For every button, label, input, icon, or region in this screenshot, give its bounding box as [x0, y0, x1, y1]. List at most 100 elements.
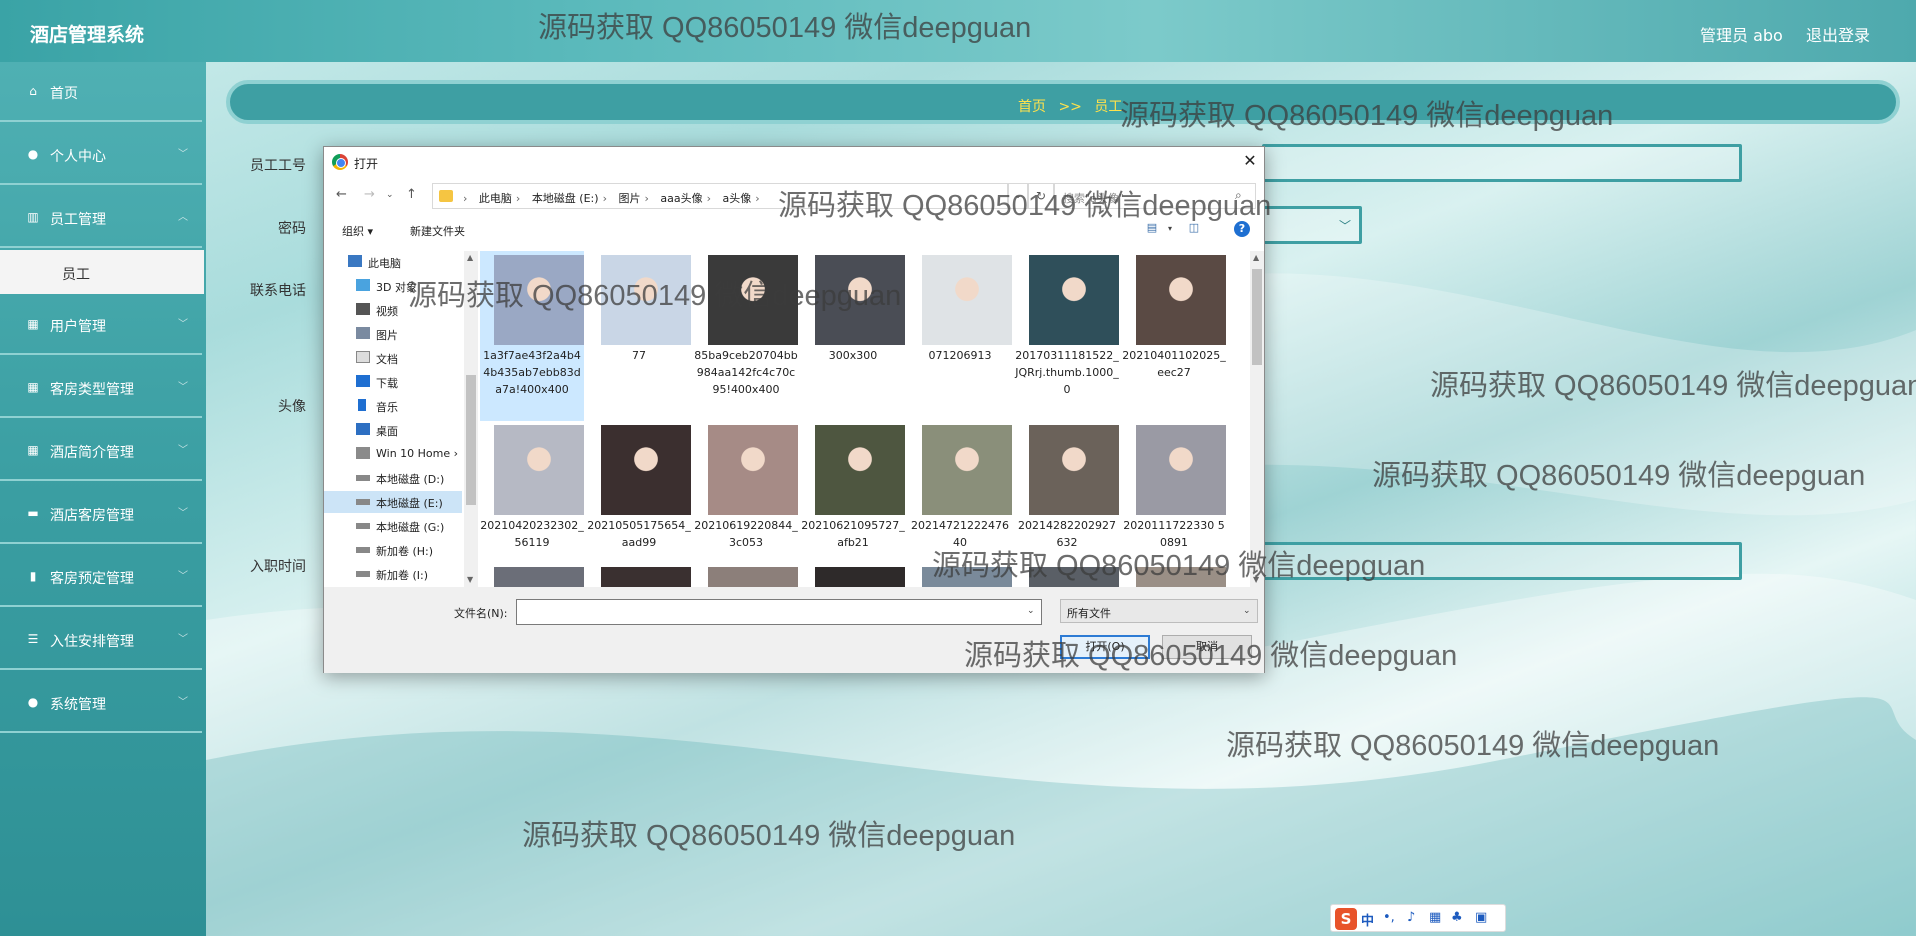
- sidebar-item-bookings[interactable]: ▮ 客房预定管理 ﹀: [0, 547, 202, 607]
- tree-item[interactable]: 本地磁盘 (D:): [324, 467, 462, 489]
- filetype-select[interactable]: 所有文件 ⌄: [1060, 599, 1258, 623]
- file-item[interactable]: 20170311181522_JQRrj.thumb.1000_0: [1015, 251, 1119, 421]
- hire-date-input[interactable]: [1262, 542, 1742, 580]
- breadcrumb-home[interactable]: 首页: [1018, 99, 1046, 115]
- files-scrollbar[interactable]: ▲ ▼: [1250, 251, 1264, 587]
- tree-item[interactable]: Win 10 Home ›: [324, 443, 462, 465]
- path-segment[interactable]: aaa头像: [660, 192, 702, 205]
- scroll-thumb[interactable]: [466, 375, 476, 505]
- scroll-up-icon[interactable]: ▲: [467, 253, 473, 262]
- tree-item-label: 本地磁盘 (G:): [376, 521, 445, 534]
- file-item[interactable]: 300x300: [801, 251, 905, 421]
- punctuation-icon[interactable]: •,: [1383, 910, 1395, 925]
- skin-icon[interactable]: ♣: [1451, 910, 1463, 925]
- tree-item[interactable]: 音乐: [324, 395, 462, 417]
- path-segment[interactable]: 本地磁盘 (E:): [532, 192, 599, 205]
- tree-item[interactable]: 桌面: [324, 419, 462, 441]
- help-icon[interactable]: ?: [1234, 221, 1250, 237]
- tree-scrollbar[interactable]: ▲ ▼: [464, 251, 478, 587]
- toolbox-icon[interactable]: ▣: [1475, 910, 1487, 925]
- filename-input[interactable]: ⌄: [516, 599, 1042, 625]
- file-item-partial[interactable]: [694, 563, 798, 587]
- back-arrow-icon[interactable]: ←: [336, 187, 347, 202]
- tree-item[interactable]: 本地磁盘 (G:): [324, 515, 462, 537]
- refresh-button[interactable]: ↻: [1028, 183, 1054, 209]
- scroll-down-icon[interactable]: ▼: [467, 575, 473, 584]
- staff-id-input[interactable]: [1262, 144, 1742, 182]
- tree-item[interactable]: 文档: [324, 347, 462, 369]
- app-title: 酒店管理系统: [30, 24, 145, 46]
- search-input[interactable]: 搜索"a头像" ⌕: [1054, 183, 1256, 209]
- file-item[interactable]: 1a3f7ae43f2a4b44b435ab7ebb83da7a!400x400: [480, 251, 584, 421]
- chevron-up-icon: ︿: [178, 212, 188, 223]
- breadcrumb-bar: 首页 >> 员工: [226, 80, 1900, 124]
- home-icon: ⌂: [29, 84, 37, 98]
- path-segment[interactable]: 图片: [618, 192, 640, 205]
- file-item[interactable]: 85ba9ceb20704bb984aa142fc4c70c95!400x400: [694, 251, 798, 421]
- scroll-thumb[interactable]: [1252, 269, 1262, 365]
- preview-pane-icon[interactable]: ◫: [1186, 221, 1202, 235]
- recent-chevron-icon[interactable]: ⌄: [386, 190, 394, 200]
- computer-icon: [348, 255, 362, 267]
- file-item-partial[interactable]: [587, 563, 691, 587]
- path-separator: ›: [602, 192, 607, 205]
- tree-item-label: 图片: [376, 329, 398, 342]
- sidebar-subitem-label: 员工: [62, 267, 90, 283]
- new-folder-button[interactable]: 新建文件夹: [410, 223, 465, 239]
- tree-item[interactable]: 图片: [324, 323, 462, 345]
- tree-item[interactable]: 新加卷 (I:): [324, 563, 462, 585]
- tree-item-label: 新加卷 (I:): [376, 569, 429, 582]
- file-item-partial[interactable]: [1015, 563, 1119, 587]
- scroll-up-icon[interactable]: ▲: [1253, 253, 1259, 262]
- file-item[interactable]: 20210401102025_eec27: [1122, 251, 1226, 421]
- sidebar-item-profile[interactable]: ● 个人中心 ﹀: [0, 125, 202, 185]
- file-thumbnail: [708, 255, 798, 345]
- drive-icon: [356, 571, 370, 577]
- microphone-icon[interactable]: ♪: [1407, 910, 1415, 925]
- address-dropdown-button[interactable]: ⌄: [1008, 183, 1028, 209]
- tree-item[interactable]: 此电脑: [324, 251, 462, 273]
- tree-item-selected[interactable]: 本地磁盘 (E:): [324, 491, 462, 513]
- logout-link[interactable]: 退出登录: [1806, 22, 1870, 46]
- ime-language[interactable]: 中: [1361, 910, 1374, 929]
- file-item-partial[interactable]: [1122, 563, 1226, 587]
- sidebar-subitem-staff[interactable]: 员工: [0, 250, 204, 294]
- view-mode-icon[interactable]: ▤: [1144, 221, 1160, 235]
- sidebar-item-users[interactable]: ▦ 用户管理 ﹀: [0, 295, 202, 355]
- tree-item[interactable]: 3D 对象: [324, 275, 462, 297]
- close-button[interactable]: ✕: [1240, 151, 1260, 171]
- file-item-partial[interactable]: [480, 563, 584, 587]
- tree-item[interactable]: 下载: [324, 371, 462, 393]
- sidebar-item-staff[interactable]: ▥ 员工管理 ︿: [0, 188, 202, 248]
- file-item-partial[interactable]: [801, 563, 905, 587]
- ime-toolbar[interactable]: S 中 •, ♪ ▦ ♣ ▣: [1330, 904, 1506, 932]
- organize-button[interactable]: 组织 ▾: [342, 223, 373, 239]
- file-item-partial[interactable]: [908, 563, 1012, 587]
- tree-item[interactable]: 新加卷 (H:): [324, 539, 462, 561]
- sidebar-item-room-types[interactable]: ▦ 客房类型管理 ﹀: [0, 358, 202, 418]
- sidebar-item-system[interactable]: ● 系统管理 ﹀: [0, 673, 202, 733]
- file-item[interactable]: 071206913: [908, 251, 1012, 421]
- cancel-button[interactable]: 取消: [1162, 635, 1252, 659]
- file-thumbnail: [494, 255, 584, 345]
- sidebar-item-rooms[interactable]: ▬ 酒店客房管理 ﹀: [0, 484, 202, 544]
- tree-item[interactable]: 视频: [324, 299, 462, 321]
- scroll-down-icon[interactable]: ▼: [1253, 575, 1259, 584]
- file-item[interactable]: 77: [587, 251, 691, 421]
- view-dropdown-icon[interactable]: ▾: [1162, 224, 1178, 238]
- sidebar-item-home[interactable]: ⌂ 首页: [0, 62, 202, 122]
- address-bar[interactable]: › 此电脑 › 本地磁盘 (E:) › 图片 › aaa头像 › a头像 ›: [432, 183, 1008, 209]
- file-name: 20210401102025_eec27: [1122, 349, 1226, 379]
- forward-arrow-icon[interactable]: →: [364, 187, 375, 202]
- keyboard-icon[interactable]: ▦: [1429, 910, 1441, 925]
- chevron-down-icon[interactable]: ⌄: [1027, 606, 1035, 616]
- breadcrumb-separator: >>: [1058, 99, 1082, 115]
- password-select[interactable]: ﹀: [1262, 206, 1362, 244]
- path-segment[interactable]: 此电脑: [479, 192, 512, 205]
- up-arrow-icon[interactable]: ↑: [406, 187, 417, 202]
- sidebar-item-hotel-intro[interactable]: ▦ 酒店简介管理 ﹀: [0, 421, 202, 481]
- dialog-toolbar: 组织 ▾ 新建文件夹 ▤ ▾ ◫ ?: [324, 213, 1264, 245]
- path-segment[interactable]: a头像: [723, 192, 752, 205]
- sidebar-item-checkin[interactable]: ☰ 入住安排管理 ﹀: [0, 610, 202, 670]
- open-button[interactable]: 打开(O): [1060, 635, 1150, 659]
